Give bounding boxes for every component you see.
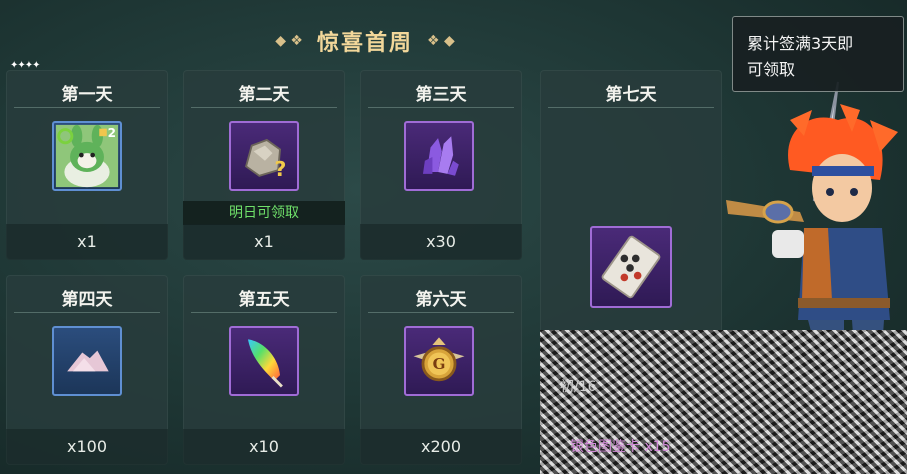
divider — [191, 107, 337, 108]
divider — [14, 107, 160, 108]
day-label: 第四天 — [61, 290, 113, 310]
day-card-5[interactable]: 第五天 x10 — [183, 275, 345, 465]
day-label: 第五天 — [238, 290, 290, 310]
divider — [368, 107, 514, 108]
item-count-badge: 2 — [107, 126, 116, 140]
title-bar: ◆ ❖ 惊喜首周 ❖ ◆ — [270, 26, 460, 56]
day-7-reward-label: 银色图鉴卡 x15 — [570, 439, 671, 455]
day-label: 第二天 — [238, 85, 290, 105]
reward-quantity: x100 — [6, 429, 168, 465]
reward-quantity: x30 — [360, 224, 522, 260]
day-label: 第七天 — [605, 85, 657, 105]
rabbit-pet-icon[interactable]: 2 — [52, 121, 122, 191]
reward-quantity: x200 — [360, 429, 522, 465]
tooltip-line-1: 累计签满3天即 — [747, 34, 854, 53]
right-ornament-icon: ❖ ◆ — [427, 33, 455, 49]
mystery-ore-icon[interactable]: ? — [229, 121, 299, 191]
reward-quantity: x10 — [183, 429, 345, 465]
tooltip: 累计签满3天即 可领取 — [732, 16, 904, 92]
reward-quantity: x1 — [183, 224, 345, 260]
obscured-region: 初/16 银色图鉴卡 x15 — [540, 330, 907, 474]
day-card-2[interactable]: 第二天 ? 明日可领取 x1 — [183, 70, 345, 260]
divider — [14, 312, 160, 313]
gold-medal-icon[interactable]: G — [404, 326, 474, 396]
tooltip-line-2: 可领取 — [747, 60, 796, 79]
rainbow-feather-icon[interactable] — [229, 326, 299, 396]
reward-quantity: x1 — [6, 224, 168, 260]
rune-card-icon[interactable] — [590, 226, 672, 308]
day-label: 第六天 — [415, 290, 467, 310]
claim-tomorrow-label: 明日可领取 — [183, 201, 345, 225]
svg-text:?: ? — [274, 157, 286, 181]
day-card-6[interactable]: 第六天 G x200 — [360, 275, 522, 465]
obscured-label: 初/16 — [560, 379, 597, 395]
divider — [548, 107, 714, 108]
divider — [368, 312, 514, 313]
day-card-3[interactable]: 第三天 x30 — [360, 70, 522, 260]
day-label: 第三天 — [415, 85, 467, 105]
page-title: 惊喜首周 — [316, 31, 413, 56]
day-card-4[interactable]: 第四天 x100 — [6, 275, 168, 465]
purple-crystal-icon[interactable] — [404, 121, 474, 191]
left-ornament-icon: ◆ ❖ — [275, 33, 303, 49]
day-card-1[interactable]: 第一天 2 x1 — [6, 70, 168, 260]
day-label: 第一天 — [61, 85, 113, 105]
divider — [191, 312, 337, 313]
medal-letter: G — [432, 355, 446, 373]
pink-powder-icon[interactable] — [52, 326, 122, 396]
